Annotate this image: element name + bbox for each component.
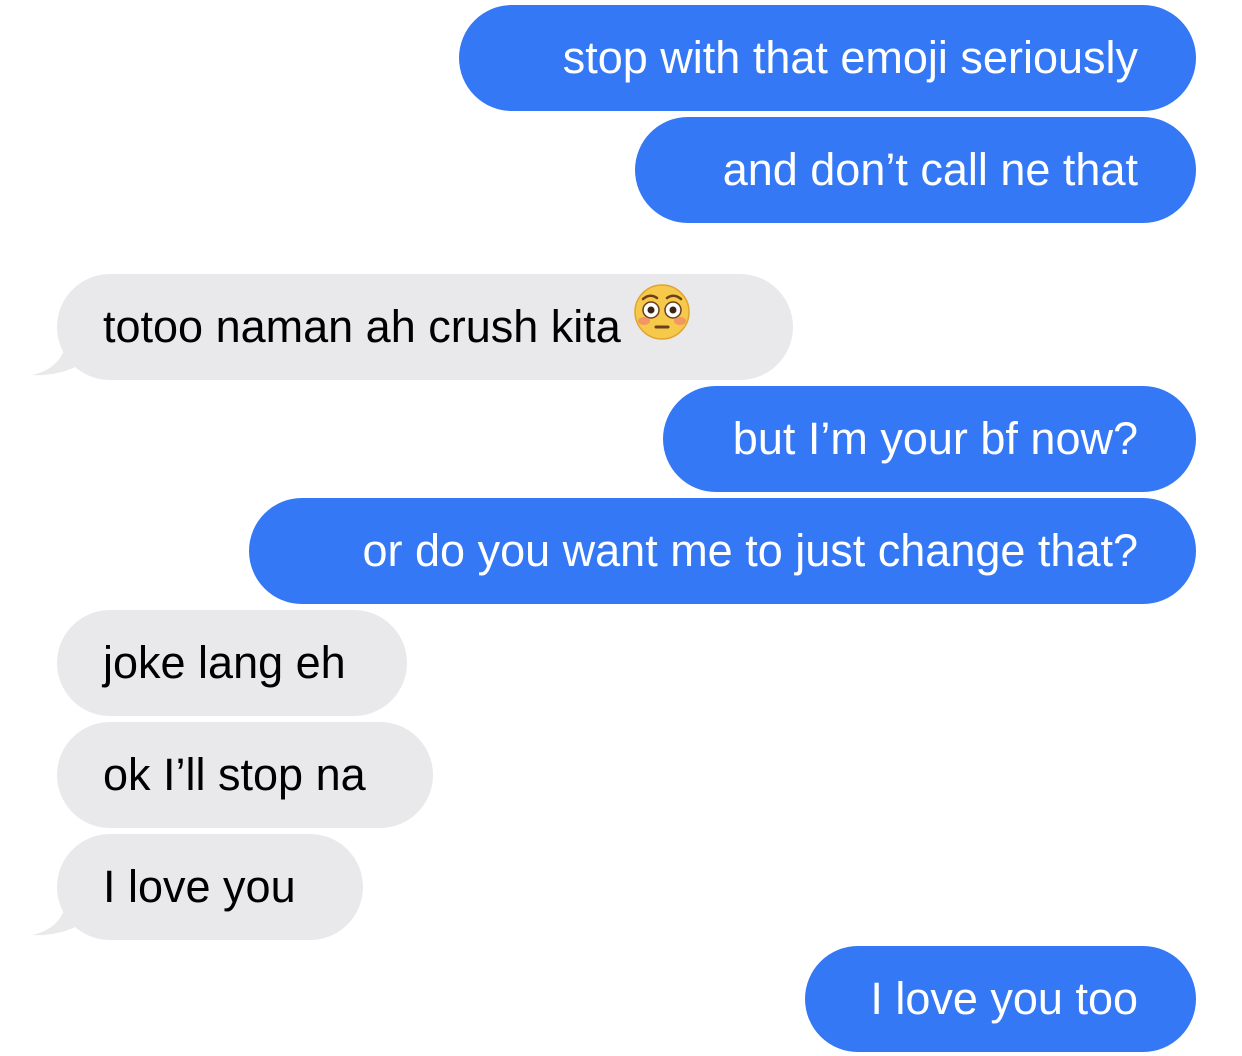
message-text: joke lang eh [103, 637, 346, 688]
sent-message-bubble[interactable]: or do you want me to just change that? [249, 498, 1196, 604]
message-text: or do you want me to just change that? [362, 525, 1138, 576]
flushed-face-emoji [633, 273, 691, 379]
sent-message-bubble[interactable]: I love you too [805, 946, 1196, 1052]
received-message-bubble[interactable]: totoo naman ah crush kita [57, 274, 793, 380]
message-text: and don’t call ne that [722, 144, 1138, 195]
sent-message-bubble[interactable]: stop with that emoji seriously [459, 5, 1196, 111]
message-text: ok I’ll stop na [103, 749, 366, 800]
message-text: stop with that emoji seriously [562, 32, 1138, 83]
sent-message-bubble[interactable]: but I’m your bf now? [663, 386, 1196, 492]
received-message-bubble[interactable]: joke lang eh [57, 610, 407, 716]
sent-message-bubble[interactable]: and don’t call ne that [635, 117, 1196, 223]
message-text: I love you too [870, 973, 1138, 1024]
received-message-bubble[interactable]: ok I’ll stop na [57, 722, 433, 828]
message-thread: stop with that emoji seriously and don’t… [0, 0, 1242, 1056]
message-text: I love you [103, 861, 296, 912]
received-message-bubble[interactable]: I love you [57, 834, 363, 940]
message-text: totoo naman ah crush kita [103, 301, 621, 352]
message-text: but I’m your bf now? [732, 413, 1138, 464]
